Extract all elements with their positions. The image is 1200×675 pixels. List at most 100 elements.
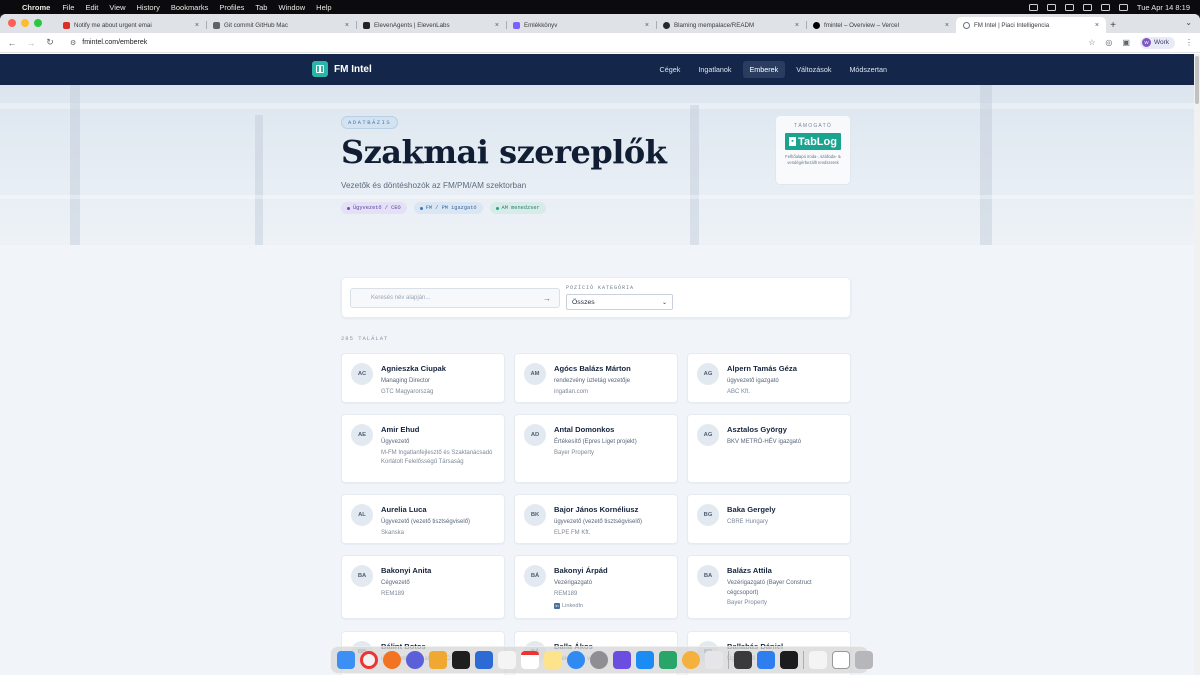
window-preview-icon[interactable] [832,651,850,669]
app-icon[interactable] [757,651,775,669]
menubar-app-name[interactable]: Chrome [22,3,50,12]
safari-icon[interactable] [567,651,585,669]
nav-link-cegek[interactable]: Cégek [653,61,688,78]
extension-icon[interactable]: ◎ [1105,38,1112,47]
search-input[interactable]: Keresés név alapján... → [350,288,560,308]
chip-fm-pm[interactable]: FM / PM igazgató [413,202,483,214]
terminal-icon[interactable] [452,651,470,669]
person-card[interactable]: BÁ Bakonyi Árpád Vezérigazgató REM189 in Li… [514,555,678,619]
app-store-icon[interactable] [636,651,654,669]
browser-tab-active[interactable]: FM Intel | Piaci Intelligencia × [956,17,1106,33]
scrollbar-thumb[interactable] [1195,56,1199,104]
close-tab-icon[interactable]: × [195,22,199,29]
imovie-icon[interactable] [613,651,631,669]
person-card[interactable]: BA Balázs Attila Vezérigazgató (Bayer Con… [687,555,851,619]
person-card[interactable]: BK Bajor János Kornéliusz ügyvezető (veze… [514,494,678,544]
menubar-item[interactable]: Tab [255,3,267,12]
menubar-item[interactable]: File [62,3,74,12]
page-scrollbar[interactable] [1194,54,1200,675]
photos-icon[interactable] [682,651,700,669]
close-tab-icon[interactable]: × [495,22,499,29]
person-company: M-FM Ingatlanfejlesztő és Szaktanácsadó … [381,449,493,466]
bookmark-star-icon[interactable]: ☆ [1088,38,1095,47]
back-arrow-icon[interactable]: ← [7,38,17,48]
menubar-item[interactable]: Help [316,3,331,12]
pen-app-icon[interactable] [429,651,447,669]
reload-icon[interactable]: ↻ [45,37,55,48]
site-brand[interactable]: FM Intel [312,61,372,77]
trash-icon[interactable] [855,651,873,669]
new-tab-button[interactable]: + [1106,17,1120,33]
battery-icon[interactable] [1064,3,1074,11]
browser-tab[interactable]: ElevenAgents | ElevenLabs × [356,17,506,33]
person-card[interactable]: AD Antal Domonkos Értékesítő (Epres Liget… [514,414,678,483]
person-card[interactable]: AC Agnieszka Ciupak Managing Director GTC … [341,353,505,403]
person-card[interactable]: AM Agócs Balázs Márton rendezvény üzletág… [514,353,678,403]
browser-tab[interactable]: Emlékkönyv × [506,17,656,33]
app-icon[interactable] [406,651,424,669]
notes-icon[interactable] [544,651,562,669]
control-center-icon[interactable] [1118,3,1128,11]
chip-ceo[interactable]: Ügyvezető / CEO [341,202,407,214]
document-icon[interactable] [809,651,827,669]
app-icon[interactable] [659,651,677,669]
menubar-item[interactable]: Bookmarks [171,3,209,12]
person-card[interactable]: AE Amir Ehud Ügyvezető M-FM Ingatlanfejles… [341,414,505,483]
person-card[interactable]: BA Bakonyi Anita Cégvezető REM189 [341,555,505,619]
extensions-puzzle-icon[interactable]: ▣ [1122,38,1130,47]
notes-list-icon[interactable] [498,651,516,669]
chip-am[interactable]: AM menedzser [489,202,546,214]
linkedin-link[interactable]: in LinkedIn [554,603,671,610]
status-icon[interactable] [1028,3,1038,11]
close-tab-icon[interactable]: × [795,22,799,29]
search-submit-arrow-icon[interactable]: → [543,294,551,303]
nav-link-modszertan[interactable]: Módszertan [842,61,894,78]
close-tab-icon[interactable]: × [645,22,649,29]
spotlight-icon[interactable] [1100,3,1110,11]
nav-link-emberek[interactable]: Emberek [742,61,786,78]
wifi-icon[interactable] [1082,3,1092,11]
menubar-item[interactable]: View [109,3,125,12]
site-info-icon[interactable]: ⚙ [70,39,76,47]
person-card[interactable]: AG Alpern Tamás Géza ügyvezető igazgató AB… [687,353,851,403]
person-card[interactable]: AG Asztalos György BKV METRÓ-HÉV igazgató [687,414,851,483]
menubar-item[interactable]: History [137,3,160,12]
app-icon[interactable] [734,651,752,669]
category-select[interactable]: Összes ⌄ [566,294,673,310]
close-tab-icon[interactable]: × [1095,22,1099,29]
browser-tab[interactable]: Git commit GitHub Mac × [206,17,356,33]
url-text[interactable]: fmintel.com/emberek [82,39,147,46]
app-icon[interactable] [475,651,493,669]
chrome-menu-icon[interactable]: ⋮ [1185,38,1193,47]
close-window-button[interactable] [8,19,16,27]
browser-tab[interactable]: Notify me about urgent emai × [56,17,206,33]
menubar-item[interactable]: Window [278,3,305,12]
browser-tab[interactable]: fmintel – Overview – Vercel × [806,17,956,33]
nav-link-valtozasok[interactable]: Változások [789,61,838,78]
close-tab-icon[interactable]: × [945,22,949,29]
address-bar[interactable]: ⚙ fmintel.com/emberek [64,35,1079,50]
app-icon[interactable] [780,651,798,669]
menubar-item[interactable]: Profiles [219,3,244,12]
forward-arrow-icon[interactable]: → [26,38,36,48]
zoom-window-button[interactable] [34,19,42,27]
person-company: REM189 [554,590,578,597]
menubar-clock[interactable]: Tue Apr 14 8:19 [1137,3,1190,12]
minimize-window-button[interactable] [21,19,29,27]
close-tab-icon[interactable]: × [345,22,349,29]
chrome-icon[interactable] [360,651,378,669]
person-card[interactable]: BG Baka Gergely CBRE Hungary [687,494,851,544]
menubar-item[interactable]: Edit [85,3,98,12]
tab-search-chevron-icon[interactable]: ⌄ [1185,18,1192,27]
launchpad-icon[interactable] [705,651,723,669]
nav-link-ingatlanok[interactable]: Ingatlanok [691,61,738,78]
browser-tab[interactable]: Blaming mempalace/READM × [656,17,806,33]
finder-icon[interactable] [337,651,355,669]
settings-icon[interactable] [590,651,608,669]
person-card[interactable]: AL Aurelia Luca Ügyvezető (vezető tisztsé… [341,494,505,544]
status-icon[interactable] [1046,3,1056,11]
profile-button[interactable]: W Work [1139,36,1175,49]
calendar-icon[interactable] [521,651,539,669]
app-icon[interactable] [383,651,401,669]
sponsor-card[interactable]: TÁMOGATÓ ▪ TabLog Felhőalapú iroda-, szál… [775,115,851,185]
